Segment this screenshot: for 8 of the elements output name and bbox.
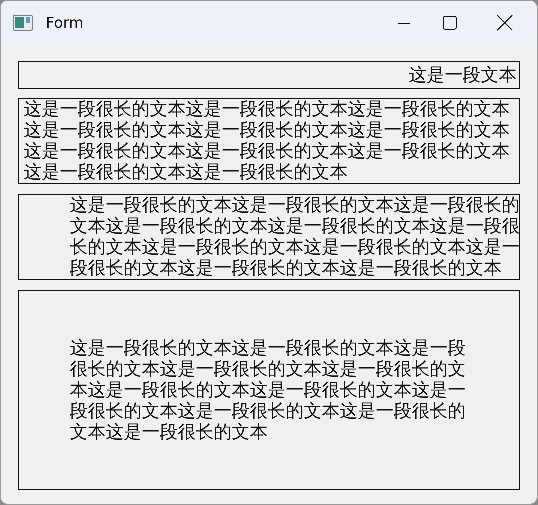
maximize-icon	[443, 16, 457, 30]
window-icon	[13, 15, 33, 31]
close-icon	[497, 15, 513, 31]
window-title: Form	[46, 14, 84, 32]
label-text: 这是一段很长的文本这是一段很长的文本这是一段很长的文本这是一段很长的文本这是一段很长的文本这是一段很长的文本这是一段很长的文本这是一段很长的文本这是一段很长的文本这是一段很长的文本这是一段很长的文本	[24, 99, 511, 183]
label-text: 这是一段很长的文本这是一段很长的文本这是一段很长的文本这是一段很长的文本这是一段很长的文本这是一段很长的文本这是一段很长的文本这是一段很长的文本这是一段很长的文本这是一段很长的文本这是一段很长的文本	[70, 195, 520, 279]
label-text: 这是一段很长的文本这是一段很长的文本这是一段很长的文本这是一段很长的文本这是一段很长的文本这是一段很长的文本这是一段很长的文本这是一段很长的文本这是一段很长的文本这是一段很长的文本这是一段很长的文本	[70, 338, 467, 442]
label-text: 这是一段文本	[409, 64, 517, 86]
